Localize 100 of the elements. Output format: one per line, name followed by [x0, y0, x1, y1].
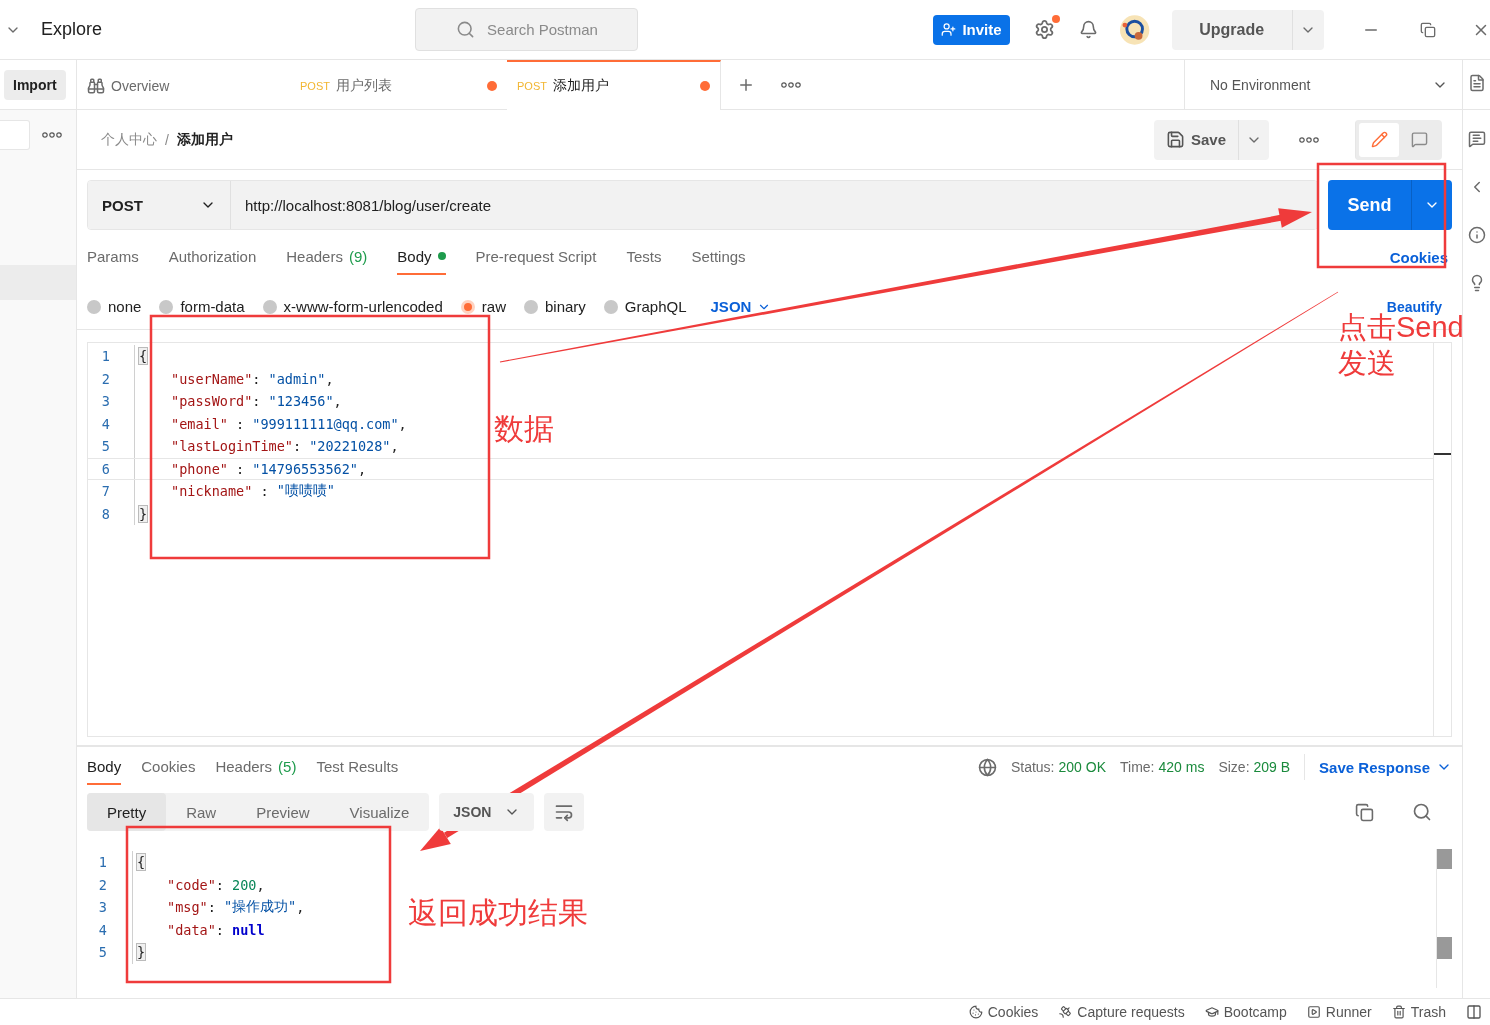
invite-button[interactable]: Invite — [932, 14, 1011, 45]
code-line: "email" : "999111111@qq.com", — [134, 412, 407, 435]
response-tab[interactable]: Body — [87, 749, 122, 785]
settings-icon[interactable] — [1034, 19, 1056, 40]
code-line: "phone" : "14796553562", — [134, 458, 367, 479]
line-number: 8 — [100, 505, 111, 522]
response-tab[interactable]: Headers (5) — [215, 749, 297, 785]
save-response-button[interactable]: Save Response — [1319, 758, 1452, 776]
status-bar-item[interactable]: Bootcamp — [1204, 1004, 1287, 1020]
view-mode-tab[interactable]: Preview — [236, 793, 330, 831]
request-option-tab[interactable]: Params — [87, 239, 139, 275]
line-number: 1 — [100, 348, 111, 365]
body-type-radio[interactable]: form-data — [159, 298, 245, 315]
document-icon[interactable] — [1467, 74, 1486, 92]
comment-icon[interactable] — [1467, 130, 1486, 148]
search-icon[interactable] — [1412, 802, 1432, 822]
code-line: } — [134, 502, 148, 525]
format-select[interactable]: JSON — [439, 793, 535, 831]
status-bar-label: Trash — [1410, 1004, 1446, 1020]
code-line: { — [134, 345, 148, 368]
code-line: "msg": "操作成功", — [132, 896, 305, 919]
notification-badge — [1052, 15, 1061, 23]
view-mode-tab[interactable]: Raw — [166, 793, 237, 831]
line-number: 2 — [97, 876, 108, 893]
response-tab[interactable]: Cookies — [141, 749, 196, 785]
line-number: 4 — [97, 921, 108, 938]
body-type-radio[interactable]: x-www-form-urlencoded — [262, 298, 443, 315]
line-number: 1 — [97, 854, 108, 871]
filter-field[interactable] — [0, 120, 30, 150]
play-icon — [1306, 1005, 1321, 1019]
info-icon[interactable] — [1467, 226, 1486, 244]
annotation-text: 发送 — [1338, 347, 1396, 381]
restore-icon[interactable] — [1420, 21, 1436, 38]
request-tab[interactable]: POST 添加用户 — [507, 60, 721, 110]
format-select[interactable]: JSON — [710, 298, 772, 315]
line-number: 5 — [97, 944, 108, 961]
view-mode-tab[interactable]: Pretty — [87, 793, 167, 831]
bell-icon[interactable] — [1079, 20, 1099, 39]
code-line: "lastLoginTime": "20221028", — [134, 435, 399, 458]
satellite-icon — [1058, 1005, 1073, 1019]
body-type-radio[interactable]: binary — [523, 298, 586, 315]
status-info: Status: 200 OK — [1010, 759, 1106, 775]
annotation-text: 数据 — [494, 412, 554, 447]
line-number: 2 — [100, 370, 111, 387]
line-number: 3 — [100, 393, 111, 410]
status-info: Time: 420 ms — [1120, 759, 1205, 775]
code-line: "userName": "admin", — [134, 367, 334, 390]
pencil-icon[interactable] — [1359, 122, 1399, 157]
body-type-radio[interactable]: raw — [460, 298, 506, 315]
code-line: "code": 200, — [132, 873, 265, 896]
breadcrumb-separator: / — [165, 131, 169, 148]
breadcrumb-current: 添加用户 — [176, 130, 233, 149]
status-bar-item[interactable]: Trash — [1391, 1004, 1446, 1020]
graduation-cap-icon — [1204, 1005, 1219, 1019]
line-number: 3 — [97, 899, 108, 916]
avatar-icon[interactable] — [1120, 14, 1150, 45]
code-line: "data": null — [132, 918, 265, 941]
globe-icon — [977, 757, 997, 777]
request-option-tab[interactable]: Authorization — [168, 239, 257, 275]
request-option-tab[interactable]: Settings — [691, 239, 746, 275]
import-button[interactable]: Import — [4, 69, 66, 100]
search-field[interactable]: Search Postman — [415, 8, 638, 51]
request-option-tab[interactable]: Pre-request Script — [475, 239, 597, 275]
scrollbar-thumb — [1437, 849, 1452, 869]
cookie-icon — [968, 1005, 983, 1019]
line-number: 4 — [100, 415, 111, 432]
status-bar-item[interactable]: Cookies — [968, 1004, 1039, 1020]
response-tab[interactable]: Test Results — [316, 749, 399, 785]
request-tab[interactable]: POST 用户列表 — [290, 60, 507, 110]
status-bar-item[interactable]: Runner — [1306, 1004, 1372, 1020]
layout-icon[interactable] — [1466, 1004, 1482, 1020]
explore-menu[interactable]: Explore — [41, 19, 103, 40]
body-type-radio[interactable]: GraphQL — [603, 298, 687, 315]
copy-icon[interactable] — [1355, 802, 1374, 822]
line-number: 6 — [100, 460, 111, 477]
request-tab[interactable]: Overview — [77, 60, 290, 110]
scroll-marker — [1434, 453, 1451, 455]
status-bar-label: Cookies — [987, 1004, 1039, 1020]
annotation-text: 返回成功结果 — [408, 896, 588, 931]
environment-select[interactable]: No Environment — [1184, 60, 1462, 109]
line-number: 7 — [100, 483, 111, 500]
status-bar-label: Bootcamp — [1223, 1004, 1287, 1020]
code-line: "nickname" : "啧啧啧" — [134, 480, 335, 503]
body-type-radio[interactable]: none — [87, 298, 142, 315]
more-icon[interactable] — [1299, 136, 1319, 143]
request-option-tab[interactable]: Body — [397, 239, 446, 275]
code-line: "passWord": "123456", — [134, 390, 342, 413]
wrap-text-icon[interactable] — [544, 793, 585, 831]
search-input[interactable]: Search Postman — [485, 20, 626, 39]
view-mode-tab[interactable]: Visualize — [329, 793, 430, 831]
scrollbar-thumb — [1437, 937, 1452, 959]
code-line: } — [132, 941, 146, 964]
request-option-tab[interactable]: Tests — [626, 239, 662, 275]
more-icon[interactable] — [781, 81, 801, 88]
search-icon — [456, 20, 476, 39]
breadcrumb-link[interactable]: 个人中心 — [101, 130, 157, 149]
request-option-tab[interactable]: Headers (9) — [286, 239, 368, 275]
more-icon[interactable] — [42, 132, 62, 138]
status-info: Size: 209 B — [1218, 759, 1291, 775]
trash-icon — [1391, 1005, 1406, 1019]
